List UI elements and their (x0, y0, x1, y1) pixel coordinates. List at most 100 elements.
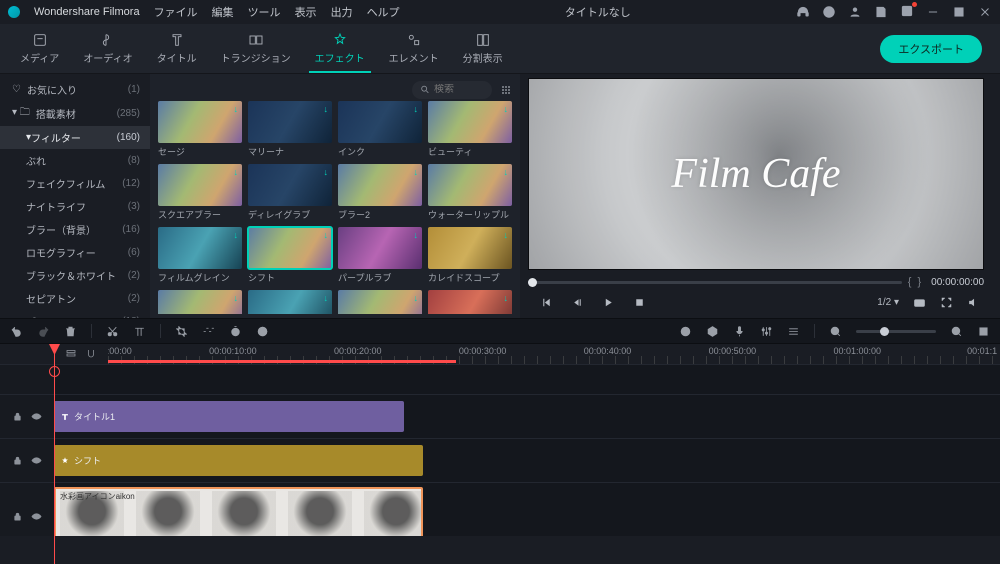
menu-item[interactable]: ツール (248, 4, 281, 20)
effect-thumb[interactable]: レインボー1 (338, 290, 422, 314)
library-tab[interactable]: タイトル (145, 26, 209, 73)
scrub-track[interactable] (528, 281, 902, 284)
middle-area: ♡ お気に入り (1) ▾ 🗀 搭載素材 (285) ▾ フィルター(160)ぶ… (0, 74, 1000, 318)
headset-icon[interactable] (796, 5, 810, 19)
clip-video[interactable]: 水彩画アイコンaikon (54, 487, 423, 536)
effect-thumb[interactable]: スクエアブラー (158, 164, 242, 221)
sidebar-item[interactable]: ▾ フィルター(160) (0, 126, 150, 149)
timeline-ruler[interactable]: 00:00:00:0000:00:10:0000:00:20:0000:00:3… (0, 344, 1000, 364)
fullscreen-icon[interactable] (940, 296, 953, 309)
play-icon[interactable] (602, 296, 615, 309)
zoom-out-icon[interactable] (829, 325, 842, 338)
export-button[interactable]: エクスポート (880, 35, 982, 63)
menu-item[interactable]: 出力 (331, 4, 353, 20)
effect-thumb[interactable]: パープルラブ (338, 227, 422, 284)
effect-thumb[interactable]: シフト (248, 227, 332, 284)
eye-icon[interactable] (31, 455, 42, 466)
sidebar-item[interactable]: ブラック＆ホワイト(2) (0, 264, 150, 287)
text-edit-icon[interactable] (133, 325, 146, 338)
sidebar-item[interactable]: ロモグラフィー(6) (0, 241, 150, 264)
library-tab[interactable]: オーディオ (71, 26, 144, 73)
undo-icon[interactable] (10, 325, 23, 338)
redo-icon[interactable] (37, 325, 50, 338)
sidebar-item-builtin[interactable]: ▾ 🗀 搭載素材 (285) (0, 101, 150, 126)
sidebar-item-favorites[interactable]: ♡ お気に入り (1) (0, 78, 150, 101)
eye-icon[interactable] (31, 511, 42, 522)
library-tab[interactable]: トランジション (209, 26, 303, 73)
snap-icon[interactable] (85, 348, 97, 360)
sidebar: ♡ お気に入り (1) ▾ 🗀 搭載素材 (285) ▾ フィルター(160)ぶ… (0, 74, 150, 318)
preview-canvas[interactable]: Film Cafe (528, 78, 984, 270)
crop-icon[interactable] (175, 325, 188, 338)
effect-thumb[interactable]: セージ (158, 101, 242, 158)
sidebar-item[interactable]: ナイトライフ(3) (0, 195, 150, 218)
search-input[interactable] (412, 81, 492, 99)
zoom-in-icon[interactable] (950, 325, 963, 338)
prev-frame-icon[interactable] (540, 296, 553, 309)
effect-thumb[interactable]: ディレイグラブ (248, 164, 332, 221)
preview-scale[interactable]: 1/2 ▾ (877, 297, 899, 308)
clip-title[interactable]: タイトル1 (54, 401, 404, 432)
maximize-icon[interactable] (952, 5, 966, 19)
sidebar-item[interactable]: ブラー（背景）(16) (0, 218, 150, 241)
menu-item[interactable]: 編集 (212, 4, 234, 20)
stop-icon[interactable] (633, 296, 646, 309)
preview-scrubber[interactable]: { } 00:00:00:00 (528, 274, 984, 290)
sidebar-item[interactable]: ディストーション(18) (0, 310, 150, 318)
lock-icon[interactable] (12, 411, 23, 422)
info-icon[interactable] (822, 5, 836, 19)
clip-effect[interactable]: シフト (54, 445, 423, 476)
mark-in-icon[interactable]: { (908, 276, 912, 288)
effect-thumb[interactable]: カレイドスコープ (428, 227, 512, 284)
eye-icon[interactable] (31, 411, 42, 422)
scrub-thumb[interactable] (528, 278, 537, 287)
effect-thumb[interactable]: フィルムグレイン (158, 227, 242, 284)
volume-icon[interactable] (967, 296, 980, 309)
speed-icon[interactable] (202, 325, 215, 338)
effect-thumb[interactable]: マリーナ (248, 101, 332, 158)
lock-icon[interactable] (12, 455, 23, 466)
notification-icon[interactable] (900, 4, 914, 21)
sidebar-item[interactable]: セピアトン(2) (0, 287, 150, 310)
render-icon[interactable] (679, 325, 692, 338)
sliders-icon[interactable] (787, 325, 800, 338)
menu-item[interactable]: 表示 (295, 4, 317, 20)
effect-thumb[interactable]: サンキス (428, 290, 512, 314)
marker-icon[interactable] (706, 325, 719, 338)
zoom-fit-icon[interactable] (977, 325, 990, 338)
minimize-icon[interactable] (926, 5, 940, 19)
voiceover-icon[interactable] (733, 325, 746, 338)
library-tab[interactable]: メディア (8, 26, 71, 73)
lock-icon[interactable] (12, 511, 23, 522)
zoom-slider[interactable] (856, 330, 936, 333)
cut-icon[interactable] (106, 325, 119, 338)
search-field[interactable] (434, 84, 484, 95)
camera-icon[interactable] (913, 296, 926, 309)
library-tab[interactable]: エレメント (377, 26, 451, 73)
effect-browser: セージマリーナインクビューティスクエアブラーディレイグラブブラー2ウォーターリッ… (150, 74, 520, 318)
step-back-icon[interactable] (571, 296, 584, 309)
sidebar-item[interactable]: フェイクフィルム(12) (0, 172, 150, 195)
effect-thumb[interactable]: ウォーターサファー (248, 290, 332, 314)
library-tab[interactable]: エフェクト (303, 26, 377, 73)
account-icon[interactable] (848, 5, 862, 19)
effect-thumb[interactable]: インク (338, 101, 422, 158)
effect-thumb[interactable]: ブラー2 (338, 164, 422, 221)
effect-thumb[interactable]: ウォーターリップル (428, 164, 512, 221)
close-icon[interactable] (978, 5, 992, 19)
effect-thumb[interactable]: ウィンドウシェード (158, 290, 242, 314)
color-icon[interactable] (256, 325, 269, 338)
effect-thumb[interactable]: ビューティ (428, 101, 512, 158)
sidebar-item[interactable]: ぶれ(8) (0, 149, 150, 172)
menu-item[interactable]: ファイル (154, 4, 198, 20)
zoom-slider-thumb[interactable] (880, 327, 889, 336)
mark-out-icon[interactable]: } (917, 276, 921, 288)
library-tab[interactable]: 分割表示 (451, 26, 515, 73)
timer-icon[interactable] (229, 325, 242, 338)
grid-view-icon[interactable] (500, 84, 512, 96)
track-manage-icon[interactable] (65, 348, 77, 360)
mixer-icon[interactable] (760, 325, 773, 338)
save-icon[interactable] (874, 5, 888, 19)
menu-item[interactable]: ヘルプ (367, 4, 400, 20)
delete-icon[interactable] (64, 325, 77, 338)
